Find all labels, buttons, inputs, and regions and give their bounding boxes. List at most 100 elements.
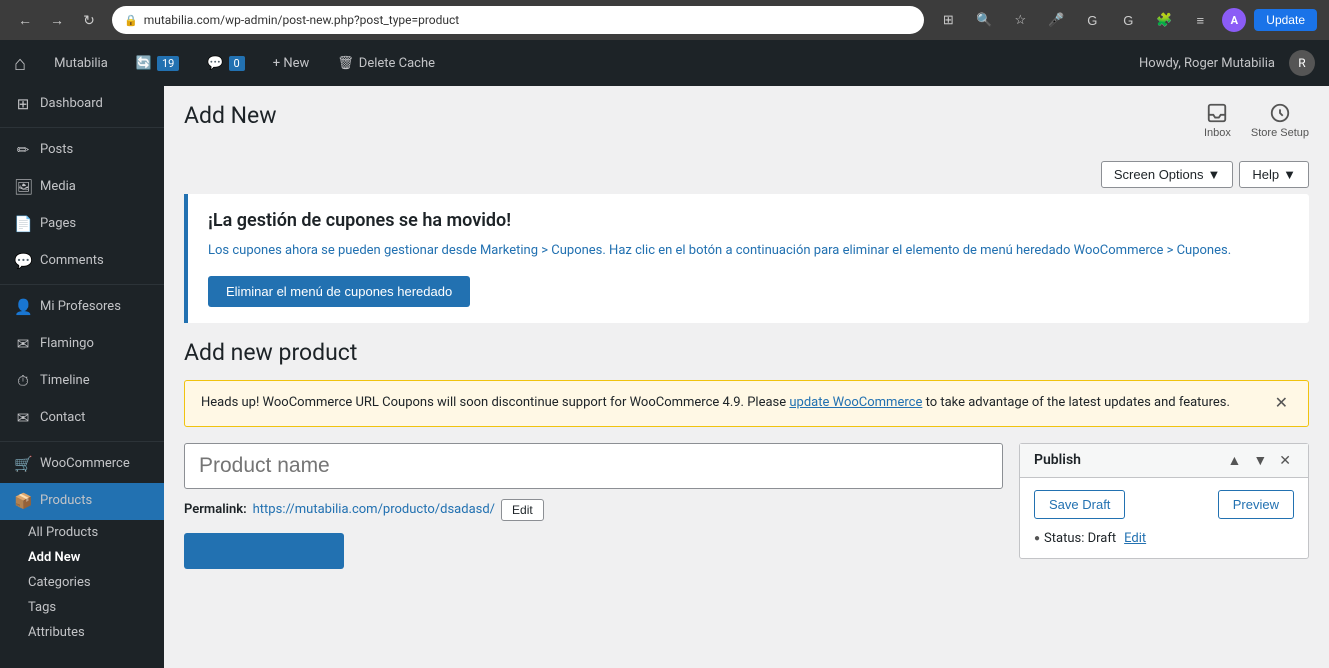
- sidebar-sub-attributes[interactable]: Attributes: [0, 620, 164, 645]
- site-name-item[interactable]: Mutabilia: [40, 40, 122, 86]
- sidebar-sub-tags[interactable]: Tags: [0, 595, 164, 620]
- extension-icon-2[interactable]: ≡: [1186, 6, 1214, 34]
- browser-nav-buttons: ← → ↻: [12, 7, 102, 33]
- warning-text-after: to take advantage of the latest updates …: [922, 395, 1230, 410]
- permalink-link[interactable]: https://mutabilia.com/producto/dsadasd/: [253, 502, 495, 517]
- howdy-text: Howdy, Roger Mutabilia: [1139, 56, 1275, 71]
- search-icon[interactable]: 🔍: [970, 6, 998, 34]
- flamingo-icon: ✉: [14, 334, 32, 355]
- sidebar-item-mi-profesores[interactable]: 👤 Mi Profesores: [0, 289, 164, 326]
- timeline-icon: ⏱: [14, 371, 32, 392]
- warning-notice: Heads up! WooCommerce URL Coupons will s…: [184, 380, 1309, 427]
- publish-box-header: Publish ▲ ▼ ✕: [1020, 444, 1308, 478]
- inbox-icon: [1206, 102, 1228, 124]
- admin-bar-left: ⌂ Mutabilia 🔄 19 💬 0 + New 🗑 Delete Cach…: [0, 40, 1139, 86]
- sidebar-label-woocommerce: WooCommerce: [40, 455, 130, 473]
- sidebar-item-pages[interactable]: 📄 Pages: [0, 206, 164, 243]
- update-woocommerce-link[interactable]: update WooCommerce: [789, 395, 922, 410]
- delete-cache-item[interactable]: 🗑 Delete Cache: [323, 40, 449, 86]
- wp-admin-bar: ⌂ Mutabilia 🔄 19 💬 0 + New 🗑 Delete Cach…: [0, 40, 1329, 86]
- admin-avatar[interactable]: R: [1289, 50, 1315, 76]
- wp-logo-icon: ⌂: [14, 51, 26, 76]
- attributes-label: Attributes: [28, 625, 85, 640]
- edit-status-link[interactable]: Edit: [1124, 531, 1146, 546]
- back-button[interactable]: ←: [12, 7, 38, 33]
- star-icon[interactable]: ☆: [1006, 6, 1034, 34]
- mi-profesores-icon: 👤: [14, 297, 32, 318]
- warning-notice-text: Heads up! WooCommerce URL Coupons will s…: [201, 393, 1230, 414]
- sidebar-divider-2: [0, 284, 164, 285]
- categories-label: Categories: [28, 575, 91, 590]
- cache-icon: 🗑: [337, 56, 354, 71]
- sidebar-item-flamingo[interactable]: ✉ Flamingo: [0, 326, 164, 363]
- lock-icon: 🔒: [124, 14, 138, 27]
- browser-chrome: ← → ↻ 🔒 mutabilia.com/wp-admin/post-new.…: [0, 0, 1329, 40]
- inbox-label: Inbox: [1204, 127, 1231, 139]
- inbox-button[interactable]: Inbox: [1204, 102, 1231, 139]
- sidebar-item-contact[interactable]: ✉ Contact: [0, 400, 164, 437]
- permalink-edit-button[interactable]: Edit: [501, 499, 544, 521]
- products-icon: 📦: [14, 491, 32, 512]
- publish-actions: Save Draft Preview: [1034, 490, 1294, 519]
- status-text: Status: Draft: [1044, 531, 1116, 546]
- new-item[interactable]: + New: [259, 40, 324, 86]
- preview-button[interactable]: Preview: [1218, 490, 1294, 519]
- sidebar-label-timeline: Timeline: [40, 372, 90, 390]
- warning-text-before: Heads up! WooCommerce URL Coupons will s…: [201, 395, 789, 410]
- update-button[interactable]: Update: [1254, 9, 1317, 31]
- publish-toggle[interactable]: ✕: [1276, 452, 1294, 469]
- status-row: ● Status: Draft Edit: [1034, 531, 1294, 546]
- coupon-notice-button[interactable]: Eliminar el menú de cupones heredado: [208, 276, 470, 307]
- extension-icon-1[interactable]: 🧩: [1150, 6, 1178, 34]
- mic-icon[interactable]: 🎤: [1042, 6, 1070, 34]
- screen-help-row: Screen Options ▼ Help ▼: [164, 155, 1329, 194]
- user-avatar[interactable]: A: [1222, 8, 1246, 32]
- store-setup-button[interactable]: Store Setup: [1251, 102, 1309, 139]
- warning-close-button[interactable]: ✕: [1271, 393, 1292, 413]
- sidebar-label-contact: Contact: [40, 409, 85, 427]
- browser-actions: ⊞ 🔍 ☆ 🎤 G G 🧩 ≡ A Update: [934, 6, 1317, 34]
- sidebar-item-comments[interactable]: 💬 Comments: [0, 243, 164, 280]
- product-form-sidebar: Publish ▲ ▼ ✕ Save Draft Preview: [1019, 443, 1309, 559]
- sidebar-item-dashboard[interactable]: ⊞ Dashboard: [0, 86, 164, 123]
- sidebar-item-timeline[interactable]: ⏱ Timeline: [0, 363, 164, 400]
- tags-label: Tags: [28, 600, 56, 615]
- forward-button[interactable]: →: [44, 7, 70, 33]
- address-bar[interactable]: 🔒 mutabilia.com/wp-admin/post-new.php?po…: [112, 6, 924, 34]
- publish-collapse-up[interactable]: ▲: [1225, 452, 1245, 469]
- publish-collapse-down[interactable]: ▼: [1250, 452, 1270, 469]
- extensions-icon[interactable]: ⊞: [934, 6, 962, 34]
- sidebar-item-media[interactable]: 🖼 Media: [0, 169, 164, 206]
- comments-count: 0: [229, 56, 245, 71]
- sidebar-item-woocommerce[interactable]: 🛒 WooCommerce: [0, 446, 164, 483]
- grammarly-icon[interactable]: G: [1114, 6, 1142, 34]
- updates-icon: 🔄: [136, 56, 152, 71]
- help-button[interactable]: Help ▼: [1239, 161, 1309, 188]
- blue-bar-placeholder: [184, 533, 344, 569]
- reload-button[interactable]: ↻: [76, 7, 102, 33]
- sidebar: ⊞ Dashboard ✏ Posts 🖼 Media 📄 Pages 💬 Co…: [0, 86, 164, 668]
- sidebar-label-media: Media: [40, 178, 76, 196]
- dashboard-icon: ⊞: [14, 94, 32, 115]
- sidebar-label-comments: Comments: [40, 252, 104, 270]
- store-icon: [1269, 102, 1291, 124]
- product-form-row: Permalink: https://mutabilia.com/product…: [184, 443, 1309, 569]
- product-section: Add new product Heads up! WooCommerce UR…: [164, 339, 1329, 569]
- screen-options-button[interactable]: Screen Options ▼: [1101, 161, 1233, 188]
- save-draft-button[interactable]: Save Draft: [1034, 490, 1125, 519]
- admin-bar-right: Howdy, Roger Mutabilia R: [1139, 50, 1329, 76]
- woocommerce-icon: 🛒: [14, 454, 32, 475]
- coupon-notice: ¡La gestión de cupones se ha movido! Los…: [184, 194, 1309, 323]
- updates-item[interactable]: 🔄 19: [122, 40, 194, 86]
- contact-icon: ✉: [14, 408, 32, 429]
- sidebar-sub-all-products[interactable]: All Products: [0, 520, 164, 545]
- sidebar-sub-categories[interactable]: Categories: [0, 570, 164, 595]
- sidebar-item-products[interactable]: 📦 Products: [0, 483, 164, 520]
- wp-logo-item[interactable]: ⌂: [0, 40, 40, 86]
- sidebar-sub-add-new[interactable]: Add New: [0, 545, 164, 570]
- profile-icon-g[interactable]: G: [1078, 6, 1106, 34]
- comments-item[interactable]: 💬 0: [193, 40, 258, 86]
- new-label: + New: [273, 56, 310, 71]
- sidebar-item-posts[interactable]: ✏ Posts: [0, 132, 164, 169]
- product-name-input[interactable]: [184, 443, 1003, 489]
